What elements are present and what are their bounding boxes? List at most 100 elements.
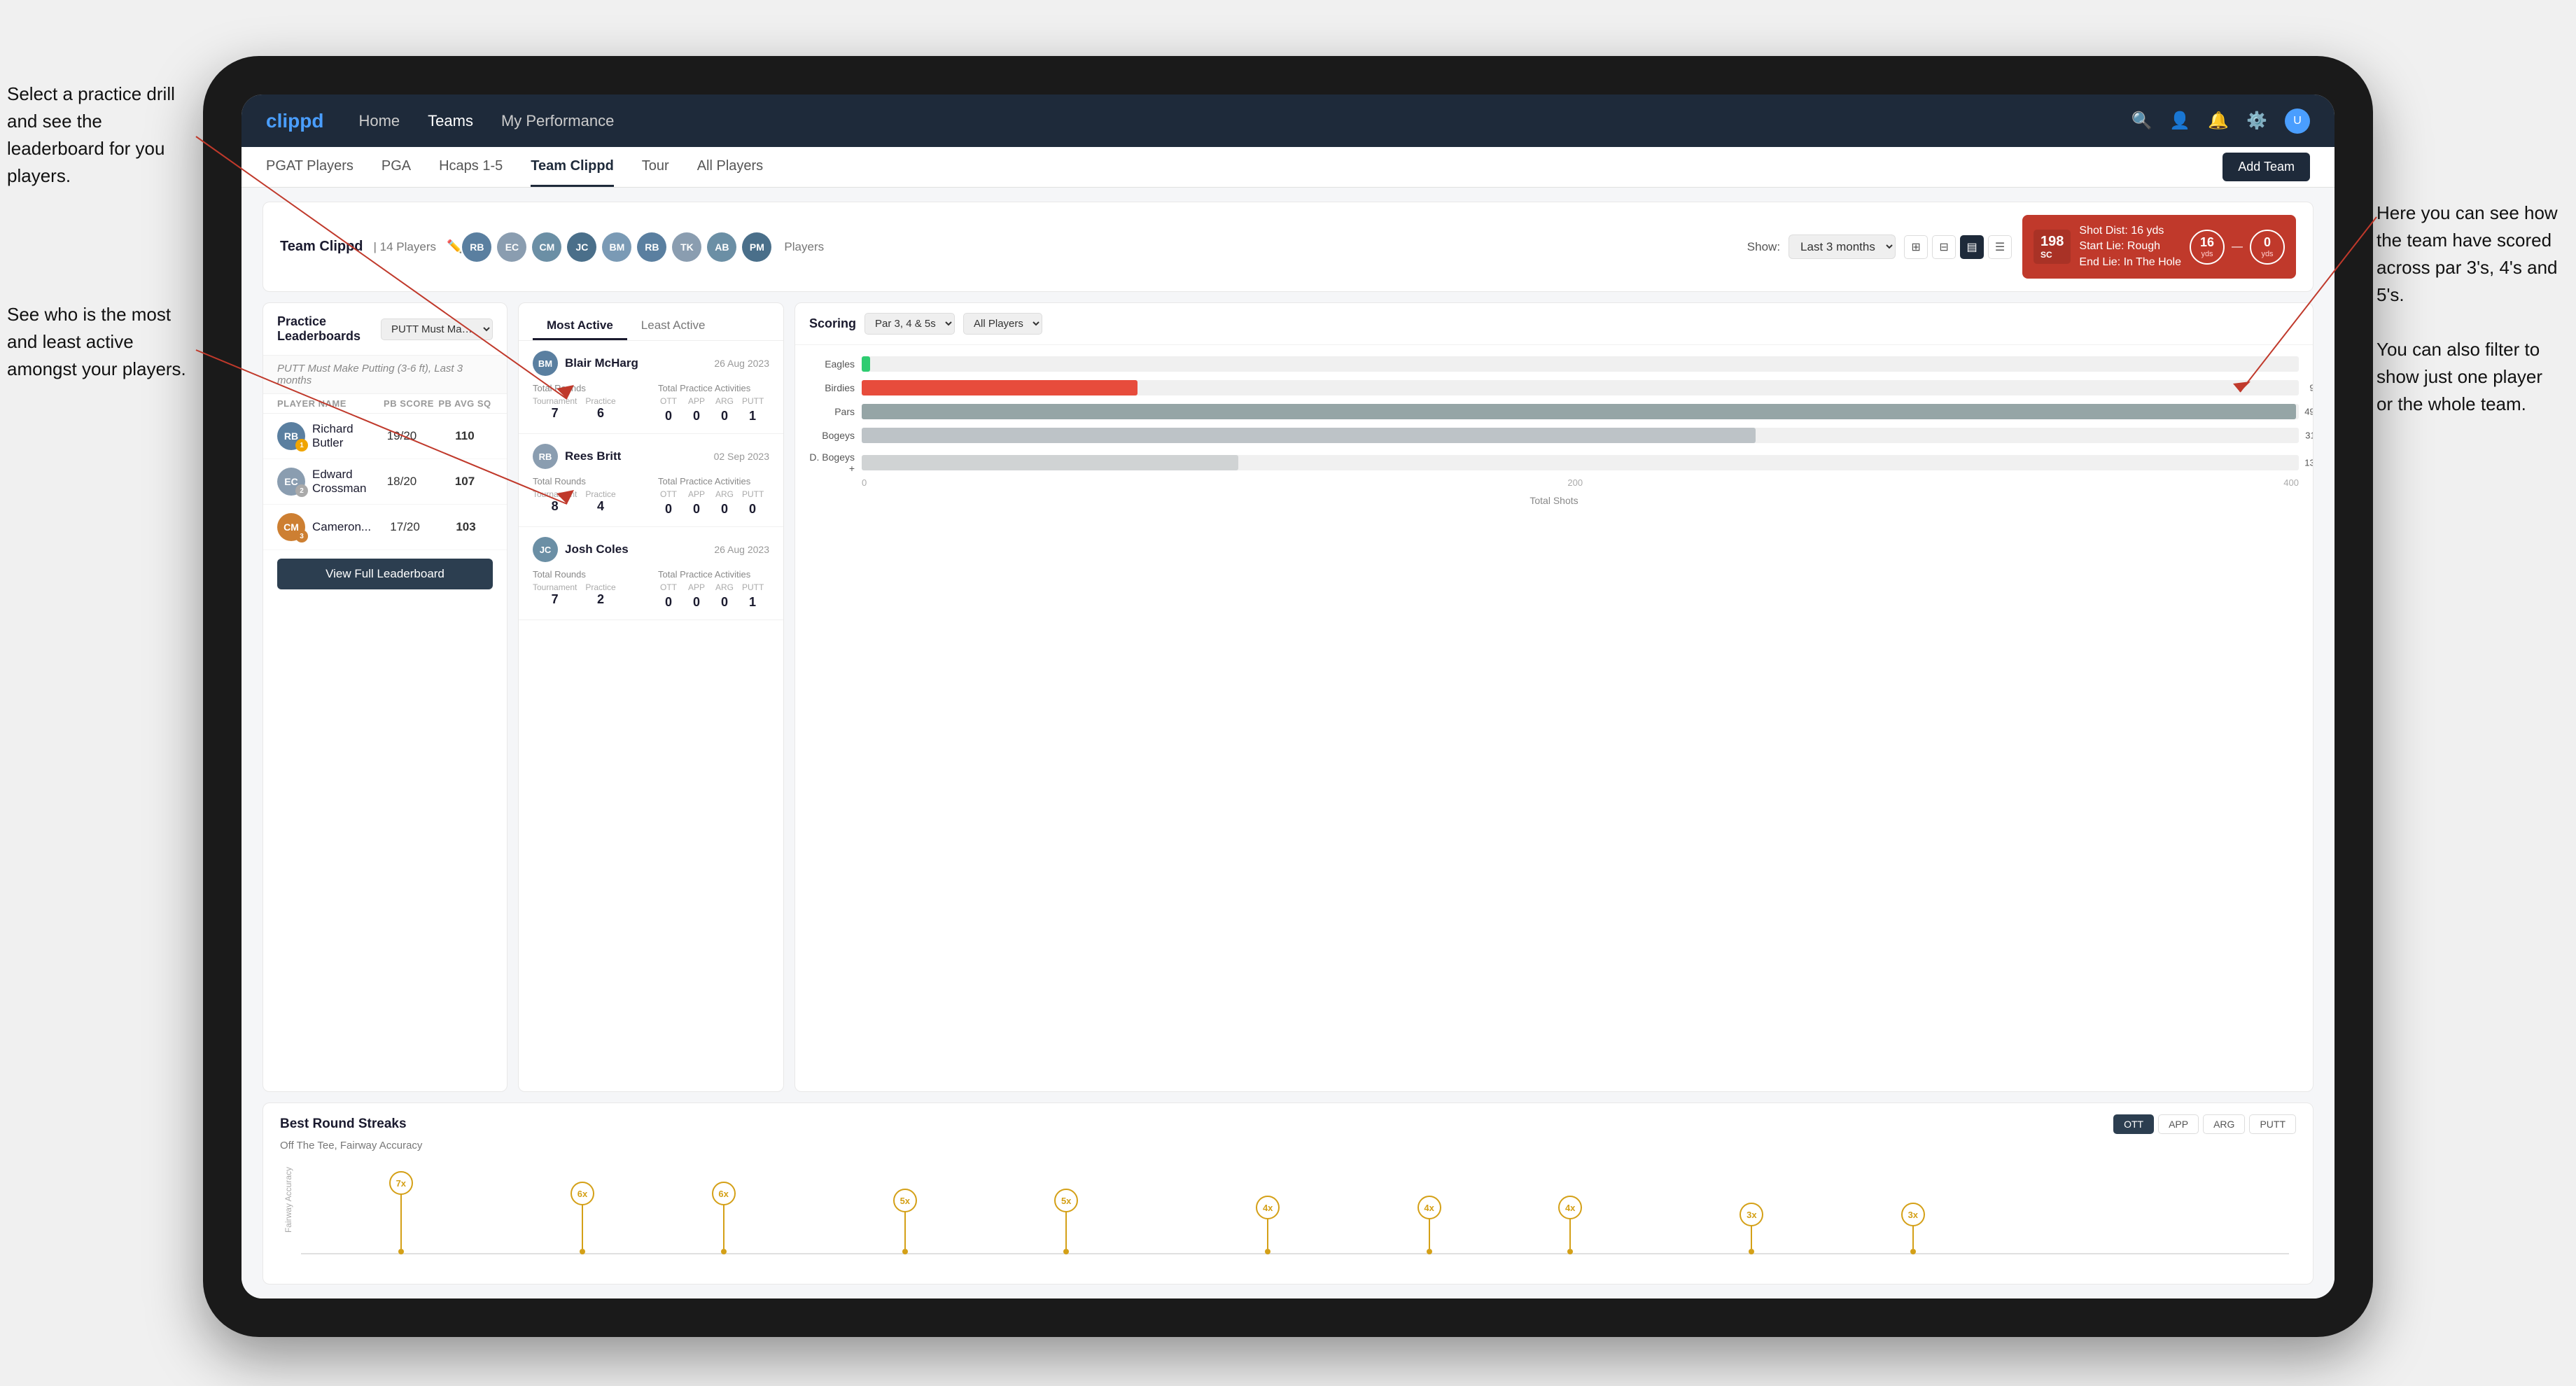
- mid-section: Practice Leaderboards PUTT Must Make Put…: [262, 302, 2314, 1092]
- avatar[interactable]: U: [2285, 108, 2310, 134]
- bar-fill: [862, 380, 1138, 396]
- list-view-btn[interactable]: ☰: [1988, 235, 2012, 259]
- streak-dot-9[interactable]: 3x: [1910, 1224, 1916, 1254]
- tab-least-active[interactable]: Least Active: [627, 313, 720, 340]
- show-select[interactable]: Last 3 months: [1788, 234, 1896, 259]
- tablet-screen: clippd Home Teams My Performance 🔍 👤 🔔 ⚙…: [241, 94, 2334, 1298]
- player-avatar-7[interactable]: TK: [672, 232, 701, 262]
- filter-app[interactable]: APP: [2158, 1114, 2199, 1134]
- filter-putt[interactable]: PUTT: [2249, 1114, 2296, 1134]
- pa-stats-3: Total Rounds Tournament 7 Practice 2: [533, 569, 769, 610]
- player-activity-1: BM Blair McHarg 26 Aug 2023 Total Rounds…: [519, 341, 783, 434]
- bar-label: Pars: [809, 406, 855, 417]
- pa-activities-2: Total Practice Activities OTT APP ARG PU…: [658, 476, 769, 517]
- players-label: Players: [784, 240, 824, 254]
- leaderboard-item-3[interactable]: CM 3 Cameron... 17/20 103: [263, 505, 507, 550]
- subnav-tour[interactable]: Tour: [642, 147, 669, 187]
- pa-tournament-col-3: Tournament 7: [533, 582, 577, 607]
- col-player-name: PLAYER NAME: [277, 398, 381, 409]
- add-team-button[interactable]: Add Team: [2222, 153, 2310, 181]
- streak-dot-4[interactable]: 5x: [1063, 1210, 1069, 1254]
- pa-practice-col-1: Practice 6: [585, 396, 615, 421]
- logo: clippd: [266, 110, 323, 132]
- subnav: PGAT Players PGA Hcaps 1-5 Team Clippd T…: [241, 147, 2334, 188]
- pa-header-2: RB Rees Britt 02 Sep 2023: [533, 444, 769, 469]
- bar-row-d.bogeys+: D. Bogeys + 131: [809, 451, 2299, 474]
- gold-medal: 1: [295, 439, 308, 451]
- players-filter[interactable]: All Players: [963, 313, 1042, 335]
- bar-chart: Eagles 3 Birdies 96 Pars 499 Bogeys 311: [809, 356, 2299, 474]
- subnav-pgat[interactable]: PGAT Players: [266, 147, 354, 187]
- pa-rounds-label-3: Total Rounds: [533, 569, 644, 580]
- annotation-top-left: Select a practice drill and see the lead…: [7, 80, 203, 190]
- grid2-view-btn[interactable]: ⊞: [1904, 235, 1928, 259]
- streak-dot-7[interactable]: 4x: [1567, 1217, 1573, 1254]
- subnav-team-clippd[interactable]: Team Clippd: [531, 147, 614, 187]
- bar-track: 499: [862, 404, 2299, 419]
- player-avatar-5[interactable]: BM: [602, 232, 631, 262]
- lb-name-2: Edward Crossman: [312, 468, 367, 496]
- player-avatar-6[interactable]: RB: [637, 232, 666, 262]
- bar-value: 311: [2305, 430, 2314, 441]
- bar-value: 131: [2304, 458, 2314, 468]
- grid3-view-btn[interactable]: ⊟: [1932, 235, 1956, 259]
- streak-dot-0[interactable]: 7x: [398, 1193, 404, 1254]
- leaderboard-item-1[interactable]: RB 1 Richard Butler 19/20 110: [263, 414, 507, 459]
- pa-total-rounds-1: Total Rounds Tournament 7 Practice 6: [533, 383, 644, 424]
- pa-activities-label-1: Total Practice Activities: [658, 383, 769, 393]
- pa-rounds-values-2: Tournament 8 Practice 4: [533, 489, 644, 514]
- nav-performance[interactable]: My Performance: [501, 112, 614, 130]
- silver-medal: 2: [295, 484, 308, 497]
- drill-select[interactable]: PUTT Must Make Putting...: [381, 318, 493, 340]
- stat-circle-1: 16 yds: [2190, 230, 2225, 265]
- filter-arg[interactable]: ARG: [2203, 1114, 2245, 1134]
- bronze-medal: 3: [295, 530, 308, 542]
- activity-card: Most Active Least Active BM Blair McHarg…: [518, 302, 784, 1092]
- player-avatar-3[interactable]: CM: [532, 232, 561, 262]
- pa-act-labels-3: OTT APP ARG PUTT: [658, 582, 769, 592]
- bar-label: D. Bogeys +: [809, 451, 855, 474]
- card-view-btn[interactable]: ▤: [1960, 235, 1984, 259]
- main-content: Team Clippd | 14 Players ✏️ RB EC CM JC …: [241, 188, 2334, 1298]
- streak-dot-8[interactable]: 3x: [1749, 1224, 1754, 1254]
- pa-practice-col-3: Practice 2: [585, 582, 615, 607]
- navbar: clippd Home Teams My Performance 🔍 👤 🔔 ⚙…: [241, 94, 2334, 147]
- player-avatar-4[interactable]: JC: [567, 232, 596, 262]
- streak-dot-1[interactable]: 6x: [580, 1203, 585, 1254]
- settings-icon[interactable]: ⚙️: [2246, 111, 2267, 131]
- player-avatar-9[interactable]: PM: [742, 232, 771, 262]
- leaderboard-item-2[interactable]: EC 2 Edward Crossman 18/20 107: [263, 459, 507, 505]
- subnav-hcaps[interactable]: Hcaps 1-5: [439, 147, 503, 187]
- player-avatar-2[interactable]: EC: [497, 232, 526, 262]
- bar-label: Bogeys: [809, 430, 855, 441]
- streak-dot-2[interactable]: 6x: [721, 1203, 727, 1254]
- bar-track: 131: [862, 455, 2299, 470]
- nav-home[interactable]: Home: [358, 112, 400, 130]
- navbar-icons: 🔍 👤 🔔 ⚙️ U: [2131, 108, 2310, 134]
- lb-score-3: 17/20: [378, 520, 432, 534]
- search-icon[interactable]: 🔍: [2131, 111, 2152, 131]
- par-filter[interactable]: Par 3, 4 & 5s: [864, 313, 955, 335]
- player-avatar-1[interactable]: RB: [462, 232, 491, 262]
- streak-dot-3[interactable]: 5x: [902, 1210, 908, 1254]
- view-leaderboard-button[interactable]: View Full Leaderboard: [277, 559, 493, 589]
- player-activity-3: JC Josh Coles 26 Aug 2023 Total Rounds T…: [519, 527, 783, 620]
- pa-rounds-values-3: Tournament 7 Practice 2: [533, 582, 644, 607]
- filter-ott[interactable]: OTT: [2113, 1114, 2154, 1134]
- pa-tournament-col-2: Tournament 8: [533, 489, 577, 514]
- bell-icon[interactable]: 🔔: [2208, 111, 2229, 131]
- bottom-filter-group: OTT APP ARG PUTT: [2113, 1114, 2296, 1134]
- streak-dot-6[interactable]: 4x: [1427, 1217, 1432, 1254]
- nav-teams[interactable]: Teams: [428, 112, 473, 130]
- streak-dot-5[interactable]: 4x: [1265, 1217, 1270, 1254]
- bottom-subtitle: Off The Tee, Fairway Accuracy: [280, 1140, 2296, 1152]
- lb-avatar-wrap-1: RB 1: [277, 422, 305, 450]
- tab-most-active[interactable]: Most Active: [533, 313, 627, 340]
- subnav-all-players[interactable]: All Players: [697, 147, 763, 187]
- player-avatar-8[interactable]: AB: [707, 232, 736, 262]
- subnav-pga[interactable]: PGA: [382, 147, 411, 187]
- bar-fill: [862, 356, 870, 372]
- person-icon[interactable]: 👤: [2169, 111, 2190, 131]
- edit-icon[interactable]: ✏️: [447, 239, 462, 254]
- team-count: | 14 Players: [374, 240, 436, 254]
